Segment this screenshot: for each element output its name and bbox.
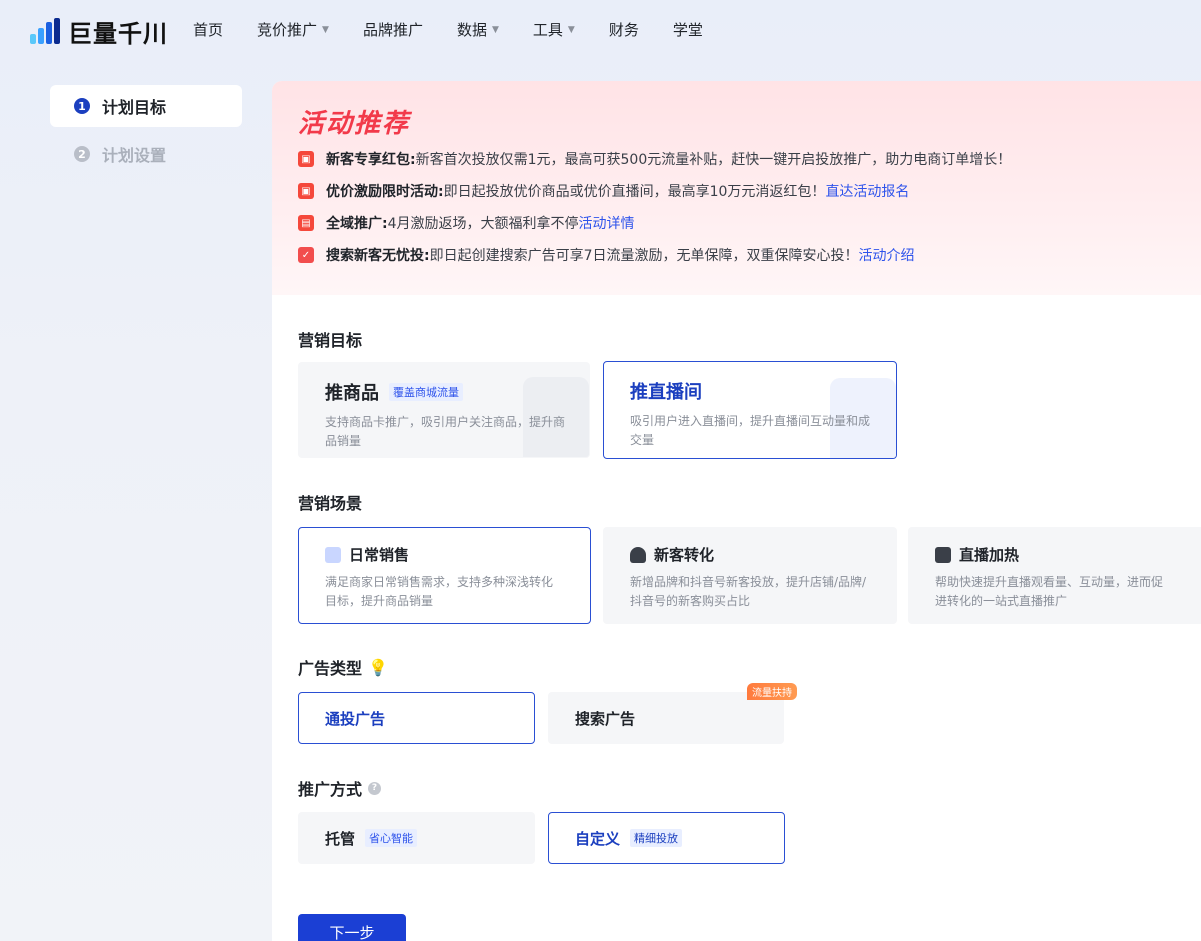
tv-icon bbox=[935, 546, 951, 563]
main-panel: 活动推荐 ▣ 新客专享红包: 新客首次投放仅需1元，最高可获500元流量补贴，赶… bbox=[272, 81, 1201, 941]
caret-down-icon: ▼ bbox=[322, 24, 329, 35]
red-packet-icon: ▣ bbox=[298, 151, 314, 167]
nav-label: 财务 bbox=[608, 21, 639, 39]
ad-type-search[interactable]: 搜索广告 流量扶持 bbox=[548, 683, 797, 744]
goal-card-desc: 支持商品卡推广，吸引用户关注商品，提升商品销量 bbox=[325, 415, 566, 448]
traffic-support-badge: 流量扶持 bbox=[747, 683, 797, 700]
step-label: 计划设置 bbox=[102, 146, 167, 165]
option-label: 通投广告 bbox=[325, 709, 386, 728]
scene-card-desc: 新增品牌和抖音号新客投放，提升店铺/品牌/抖音号的新客购买占比 bbox=[630, 575, 867, 608]
check-badge-icon: ✓ bbox=[298, 247, 314, 263]
caret-down-icon: ▼ bbox=[491, 24, 499, 35]
caret-down-icon: ▼ bbox=[567, 24, 575, 35]
option-label: 自定义 bbox=[575, 829, 621, 848]
ad-type-general[interactable]: 通投广告 bbox=[298, 692, 535, 744]
logo-text: 巨量千川 bbox=[68, 20, 168, 48]
nav-label: 首页 bbox=[193, 21, 224, 39]
promo-item-title: 搜索新客无忧投: bbox=[326, 248, 430, 264]
scene-card-title: 新客转化 bbox=[630, 544, 870, 565]
nav-item-home[interactable]: 首页 bbox=[193, 19, 223, 40]
scene-title-text: 日常销售 bbox=[349, 546, 410, 564]
step-number-badge: 1 bbox=[74, 98, 90, 114]
lightbulb-icon: 💡 bbox=[368, 657, 388, 677]
section-title-marketing-goal: 营销目标 bbox=[298, 331, 363, 350]
scene-title-text: 直播加热 bbox=[959, 546, 1020, 564]
goal-tag: 覆盖商城流量 bbox=[389, 383, 463, 401]
promo-item-text: 新客首次投放仅需1元，最高可获500元流量补贴，赶快一键开启投放推广，助力电商订… bbox=[415, 152, 1012, 168]
nav-item-data[interactable]: 数据 ▼ bbox=[457, 19, 499, 40]
promo-item: ▣ 优价激励限时活动: 即日起投放优价商品或优价直播间，最高享10万元消返红包！… bbox=[298, 181, 909, 201]
promo-link-details[interactable]: 活动详情 bbox=[579, 213, 635, 233]
section-title-promo-method: 推广方式 ? bbox=[298, 776, 382, 800]
goal-title-text: 推商品 bbox=[325, 383, 379, 404]
promo-item: ▣ 新客专享红包: 新客首次投放仅需1元，最高可获500元流量补贴，赶快一键开启… bbox=[298, 149, 1011, 169]
step-label: 计划目标 bbox=[102, 98, 167, 117]
nav-item-bidding-promotion[interactable]: 竞价推广 ▼ bbox=[257, 19, 329, 40]
nav-item-brand-promotion[interactable]: 品牌推广 bbox=[363, 19, 423, 40]
goal-title-text: 推直播间 bbox=[630, 382, 702, 403]
promo-link-intro[interactable]: 活动介绍 bbox=[859, 245, 915, 265]
step-plan-goal[interactable]: 1 计划目标 bbox=[50, 85, 242, 127]
nav-label: 品牌推广 bbox=[362, 21, 423, 39]
scene-card-desc: 帮助快速提升直播观看量、互动量，进而促进转化的一站式直播推广 bbox=[935, 575, 1164, 608]
help-icon[interactable]: ? bbox=[368, 781, 382, 795]
promo-item: ▤ 全域推广: 4月激励返场，大额福利拿不停 活动详情 bbox=[298, 213, 635, 233]
section-title-text: 广告类型 bbox=[298, 659, 363, 678]
nav-label: 学堂 bbox=[672, 21, 703, 39]
goal-card-title: 推商品 覆盖商城流量 bbox=[325, 379, 563, 405]
nav-item-tools[interactable]: 工具 ▼ bbox=[533, 19, 575, 40]
nav-label: 数据 bbox=[456, 21, 487, 39]
user-icon bbox=[630, 546, 646, 563]
goal-card-title: 推直播间 bbox=[630, 378, 870, 404]
promo-title: 活动推荐 bbox=[298, 109, 411, 139]
scene-card-live-boost[interactable]: 直播加热 帮助快速提升直播观看量、互动量，进而促进转化的一站式直播推广 bbox=[908, 527, 1201, 624]
promo-item-title: 优价激励限时活动: bbox=[326, 184, 444, 200]
calendar-icon bbox=[325, 546, 341, 563]
promo-method-managed[interactable]: 托管 省心智能 bbox=[298, 812, 535, 864]
section-title-text: 推广方式 bbox=[298, 780, 363, 799]
promo-link-signup[interactable]: 直达活动报名 bbox=[825, 181, 909, 201]
promo-item-text: 即日起创建搜索广告可享7日流量激励，无单保障，双重保障安心投！ bbox=[429, 248, 859, 264]
scene-title-text: 新客转化 bbox=[654, 546, 715, 564]
option-tag: 省心智能 bbox=[365, 829, 418, 847]
scene-card-daily-sales[interactable]: 日常销售 满足商家日常销售需求，支持多种深浅转化目标，提升商品销量 bbox=[298, 527, 591, 624]
nav-item-finance[interactable]: 财务 bbox=[609, 19, 639, 40]
option-label: 搜索广告 bbox=[575, 709, 636, 728]
next-step-button[interactable]: 下一步 bbox=[298, 914, 406, 941]
promo-item-title: 全域推广: bbox=[326, 216, 388, 232]
nav-label: 工具 bbox=[532, 21, 563, 39]
step-plan-settings[interactable]: 2 计划设置 bbox=[50, 133, 242, 175]
scene-card-title: 直播加热 bbox=[935, 544, 1174, 565]
red-packet-icon: ▣ bbox=[298, 183, 314, 199]
promo-item-text: 4月激励返场，大额福利拿不停 bbox=[387, 216, 579, 232]
goal-card-desc: 吸引用户进入直播间，提升直播间互动量和成交量 bbox=[630, 414, 871, 447]
goal-card-live-room[interactable]: 推直播间 吸引用户进入直播间，提升直播间互动量和成交量 bbox=[603, 361, 897, 459]
step-number-badge: 2 bbox=[74, 146, 90, 162]
logo[interactable]: 巨量千川 bbox=[26, 14, 168, 49]
logo-bars-icon bbox=[26, 17, 64, 46]
section-title-ad-type: 广告类型 💡 bbox=[298, 655, 388, 679]
option-tag: 精细投放 bbox=[630, 829, 683, 847]
promo-item-text: 即日起投放优价商品或优价直播间，最高享10万元消返红包！ bbox=[443, 184, 826, 200]
scene-card-desc: 满足商家日常销售需求，支持多种深浅转化目标，提升商品销量 bbox=[325, 575, 554, 608]
option-label: 托管 bbox=[325, 829, 356, 848]
nav-label: 竞价推广 bbox=[257, 21, 318, 39]
promo-method-custom[interactable]: 自定义 精细投放 bbox=[548, 812, 785, 864]
section-title-marketing-scene: 营销场景 bbox=[298, 494, 363, 513]
scene-card-new-customer[interactable]: 新客转化 新增品牌和抖音号新客投放，提升店铺/品牌/抖音号的新客购买占比 bbox=[603, 527, 897, 624]
main-nav: 首页 竞价推广 ▼ 品牌推广 数据 ▼ 工具 ▼ 财务 学堂 bbox=[193, 19, 737, 40]
top-nav: 巨量千川 首页 竞价推广 ▼ 品牌推广 数据 ▼ 工具 ▼ 财务 学堂 bbox=[0, 0, 1201, 60]
promo-item: ✓ 搜索新客无忧投: 即日起创建搜索广告可享7日流量激励，无单保障，双重保障安心… bbox=[298, 245, 915, 265]
step-nav: 1 计划目标 2 计划设置 bbox=[50, 85, 242, 175]
promo-item-title: 新客专享红包: bbox=[326, 152, 416, 168]
scene-card-title: 日常销售 bbox=[325, 544, 564, 565]
gift-icon: ▤ bbox=[298, 215, 314, 231]
goal-card-product[interactable]: 推商品 覆盖商城流量 支持商品卡推广，吸引用户关注商品，提升商品销量 bbox=[298, 362, 590, 458]
promo-banner: 活动推荐 ▣ 新客专享红包: 新客首次投放仅需1元，最高可获500元流量补贴，赶… bbox=[272, 81, 1201, 295]
nav-item-academy[interactable]: 学堂 bbox=[673, 19, 703, 40]
